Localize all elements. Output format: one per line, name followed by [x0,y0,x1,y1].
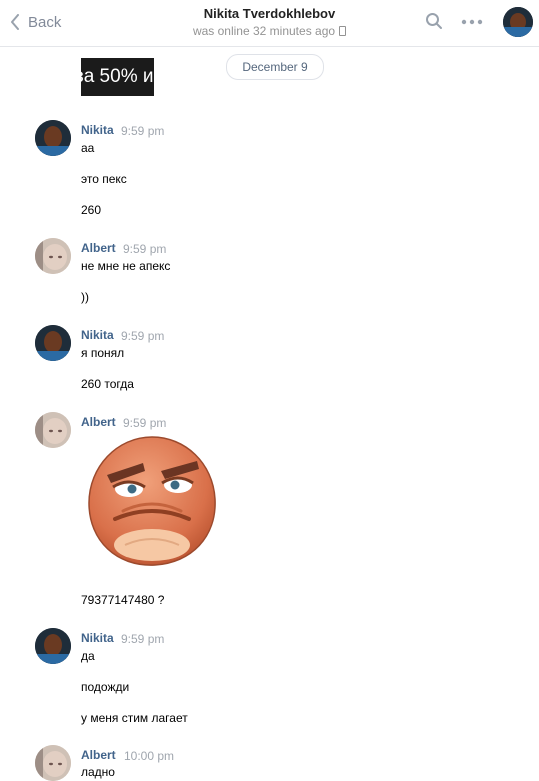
message-time: 10:00 pm [124,749,175,763]
message-author[interactable]: Albert [81,748,116,762]
message-author[interactable]: Nikita [81,631,114,645]
message-text: аа [81,141,95,155]
image-fragment: за 50% и [81,58,154,96]
message-text: не мне не апекс [81,259,171,273]
message-text: подожди [81,680,130,694]
avatar-image [503,7,533,37]
contact-name: Nikita Tverdokhlebov [203,6,336,21]
chat-title[interactable]: Nikita Tverdokhlebov was online 32 minut… [0,6,539,38]
avatar[interactable] [35,745,71,781]
search-icon[interactable] [425,12,443,30]
angry-face-sticker[interactable] [85,433,219,569]
avatar[interactable] [35,628,71,664]
message-text: 260 [81,203,102,217]
message-time: 9:59 pm [123,416,167,430]
message-text: у меня стим лагает [81,711,188,725]
message-text: это пекс [81,172,127,186]
message-text: я понял [81,346,125,360]
message-time: 9:59 pm [121,329,165,343]
avatar[interactable] [35,238,71,274]
message-text: 79377147480 ? [81,593,165,607]
chat-header: Back Nikita Tverdokhlebov was online 32 … [0,0,539,47]
message-text: )) [81,290,89,304]
avatar[interactable] [35,325,71,361]
message-text: 260 тогда [81,377,134,391]
message-text: ладно [81,765,115,779]
avatar[interactable] [35,120,71,156]
message-time: 9:59 pm [121,632,165,646]
status-text: was online 32 minutes ago [192,24,336,38]
message-time: 9:59 pm [121,124,165,138]
more-dots-icon[interactable] [461,19,483,25]
message-time: 9:59 pm [123,242,167,256]
online-status: was online 32 minutes ago [0,24,539,38]
message-text: да [81,649,95,663]
avatar[interactable] [35,412,71,448]
date-divider: December 9 [226,54,324,80]
message-author[interactable]: Albert [81,415,116,429]
contact-avatar[interactable] [503,7,533,37]
mobile-icon [339,26,347,36]
message-author[interactable]: Albert [81,241,116,255]
message-author[interactable]: Nikita [81,123,114,137]
message-author[interactable]: Nikita [81,328,114,342]
